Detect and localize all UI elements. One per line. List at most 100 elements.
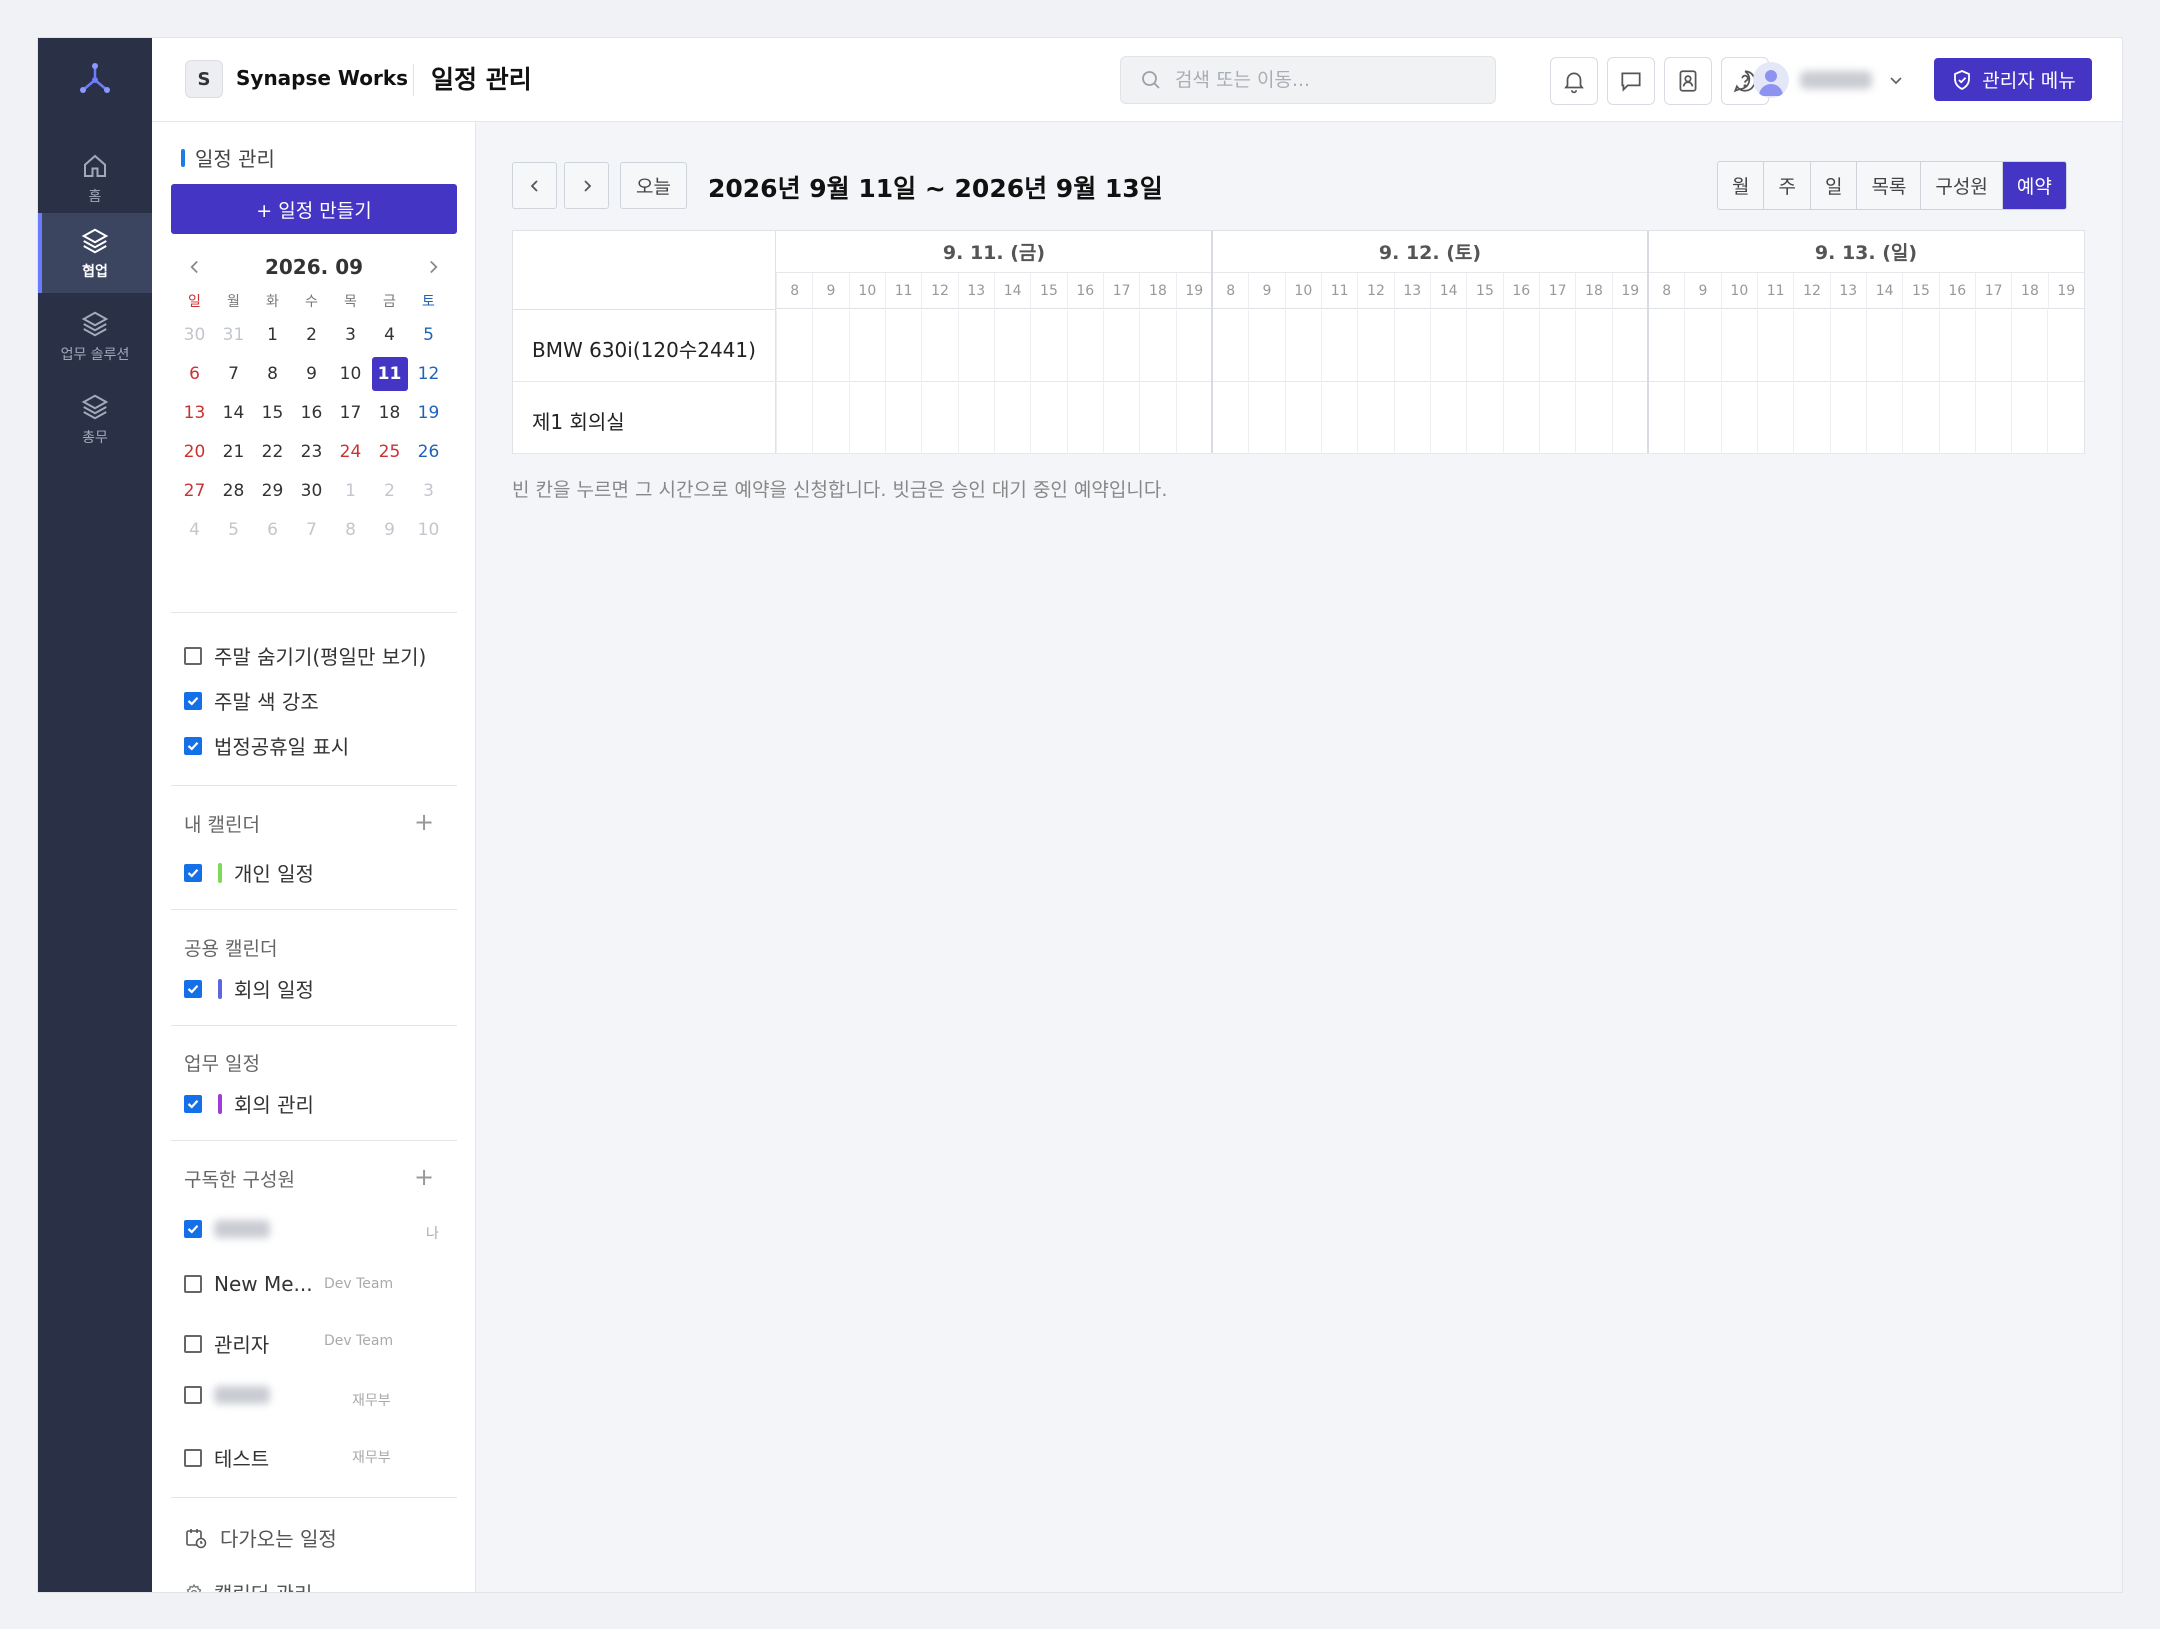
time-slot[interactable] bbox=[2047, 382, 2083, 454]
time-slot[interactable] bbox=[1393, 382, 1430, 454]
mini-calendar-day[interactable]: 26 bbox=[409, 432, 448, 471]
time-slot[interactable] bbox=[957, 310, 994, 382]
rail-item-home[interactable]: 홈 bbox=[38, 138, 152, 218]
time-slot[interactable] bbox=[884, 382, 921, 454]
admin-menu-button[interactable]: 관리자 메뉴 bbox=[1934, 58, 2092, 101]
member-item[interactable]: 관리자 bbox=[184, 1329, 269, 1358]
time-slot[interactable] bbox=[1139, 382, 1175, 454]
time-slot[interactable] bbox=[1538, 310, 1575, 382]
time-slot[interactable] bbox=[993, 310, 1030, 382]
calendar-item-meeting-management[interactable]: 회의 관리 bbox=[184, 1089, 314, 1118]
time-slot[interactable] bbox=[1902, 310, 1938, 382]
time-slot[interactable] bbox=[993, 382, 1030, 454]
add-member-button[interactable]: + bbox=[414, 1165, 434, 1189]
time-slot[interactable] bbox=[1466, 382, 1502, 454]
mini-calendar-day[interactable]: 16 bbox=[292, 393, 331, 432]
checkbox[interactable] bbox=[184, 1275, 202, 1293]
checkbox[interactable] bbox=[184, 1094, 202, 1113]
create-event-button[interactable]: + 일정 만들기 bbox=[171, 184, 457, 234]
time-slot[interactable] bbox=[812, 310, 848, 382]
today-button[interactable]: 오늘 bbox=[620, 162, 687, 209]
time-slot[interactable] bbox=[1938, 310, 1975, 382]
time-slot[interactable] bbox=[1974, 310, 2011, 382]
mini-calendar-day[interactable]: 10 bbox=[409, 510, 448, 549]
time-slot[interactable] bbox=[1575, 310, 1611, 382]
mini-calendar-day[interactable]: 1 bbox=[331, 471, 370, 510]
time-slot[interactable] bbox=[1502, 382, 1539, 454]
rail-item-collaboration[interactable]: 협업 bbox=[38, 213, 152, 293]
member-item-me[interactable] bbox=[184, 1220, 270, 1238]
checkbox[interactable] bbox=[184, 863, 202, 882]
chevron-down-icon[interactable] bbox=[1886, 70, 1906, 90]
member-item[interactable]: New Me... bbox=[184, 1272, 313, 1296]
mini-calendar-day[interactable]: 2 bbox=[370, 471, 409, 510]
mini-calendar-day[interactable]: 27 bbox=[175, 471, 214, 510]
time-slot[interactable] bbox=[1538, 382, 1575, 454]
mini-calendar-day[interactable]: 20 bbox=[175, 432, 214, 471]
time-slot[interactable] bbox=[1829, 310, 1866, 382]
time-slot[interactable] bbox=[1720, 310, 1757, 382]
option-public-holidays[interactable]: 법정공휴일 표시 bbox=[184, 731, 349, 760]
view-day-button[interactable]: 일 bbox=[1811, 162, 1858, 209]
time-slot[interactable] bbox=[1793, 310, 1829, 382]
search-box[interactable] bbox=[1120, 56, 1496, 104]
add-calendar-button[interactable]: + bbox=[414, 810, 434, 834]
mini-calendar-day[interactable]: 6 bbox=[253, 510, 292, 549]
mini-calendar-day[interactable]: 28 bbox=[214, 471, 253, 510]
mini-calendar-day[interactable]: 5 bbox=[214, 510, 253, 549]
mini-calendar-day[interactable]: 24 bbox=[331, 432, 370, 471]
time-slot[interactable] bbox=[776, 382, 812, 454]
next-range-button[interactable] bbox=[564, 162, 609, 209]
prev-range-button[interactable] bbox=[512, 162, 557, 209]
mini-calendar-day[interactable]: 18 bbox=[370, 393, 409, 432]
checkbox[interactable] bbox=[184, 1448, 202, 1467]
mini-calendar-day[interactable]: 31 bbox=[214, 315, 253, 354]
time-slot[interactable] bbox=[1284, 382, 1321, 454]
time-slot[interactable] bbox=[1357, 310, 1393, 382]
rail-item-general-affairs[interactable]: 총무 bbox=[38, 379, 152, 459]
mini-calendar-day[interactable]: 17 bbox=[331, 393, 370, 432]
mini-calendar-day[interactable]: 8 bbox=[331, 510, 370, 549]
time-slot[interactable] bbox=[1320, 382, 1357, 454]
time-slot[interactable] bbox=[2011, 382, 2047, 454]
time-slot[interactable] bbox=[1793, 382, 1829, 454]
chevron-left-icon[interactable] bbox=[184, 256, 206, 278]
member-item[interactable]: 테스트 bbox=[184, 1443, 269, 1472]
time-slot[interactable] bbox=[2047, 310, 2083, 382]
calendar-item-personal[interactable]: 개인 일정 bbox=[184, 858, 314, 887]
time-slot[interactable] bbox=[776, 310, 812, 382]
mini-calendar-day[interactable]: 29 bbox=[253, 471, 292, 510]
mini-calendar-day[interactable]: 7 bbox=[214, 354, 253, 393]
mini-calendar-day[interactable]: 7 bbox=[292, 510, 331, 549]
time-slot[interactable] bbox=[957, 382, 994, 454]
mini-calendar-day[interactable]: 21 bbox=[214, 432, 253, 471]
mini-calendar-day[interactable]: 3 bbox=[331, 315, 370, 354]
chevron-right-icon[interactable] bbox=[422, 256, 444, 278]
time-slot[interactable] bbox=[884, 310, 921, 382]
checkbox[interactable] bbox=[184, 1334, 202, 1353]
checkbox[interactable] bbox=[184, 1386, 202, 1404]
mini-calendar-day[interactable]: 22 bbox=[253, 432, 292, 471]
time-slot[interactable] bbox=[1211, 382, 1248, 454]
view-week-button[interactable]: 주 bbox=[1764, 162, 1811, 209]
checkbox[interactable] bbox=[184, 1220, 202, 1238]
view-list-button[interactable]: 목록 bbox=[1857, 162, 1922, 209]
time-slot[interactable] bbox=[1720, 382, 1757, 454]
time-slot[interactable] bbox=[1284, 310, 1321, 382]
avatar[interactable] bbox=[1753, 62, 1789, 98]
mini-calendar-day[interactable]: 3 bbox=[409, 471, 448, 510]
time-slot[interactable] bbox=[1066, 310, 1103, 382]
time-slot[interactable] bbox=[1248, 310, 1284, 382]
mini-calendar-day[interactable]: 15 bbox=[253, 393, 292, 432]
time-slot[interactable] bbox=[1647, 382, 1684, 454]
time-slot[interactable] bbox=[1756, 382, 1793, 454]
checkbox[interactable] bbox=[184, 646, 202, 665]
time-slot[interactable] bbox=[1829, 382, 1866, 454]
time-slot[interactable] bbox=[1066, 382, 1103, 454]
calendar-item-meetings[interactable]: 회의 일정 bbox=[184, 974, 314, 1003]
mini-calendar-day[interactable]: 9 bbox=[292, 354, 331, 393]
time-slot[interactable] bbox=[1030, 382, 1066, 454]
mini-calendar-day[interactable]: 4 bbox=[175, 510, 214, 549]
time-slot[interactable] bbox=[1756, 310, 1793, 382]
time-slot[interactable] bbox=[812, 382, 848, 454]
